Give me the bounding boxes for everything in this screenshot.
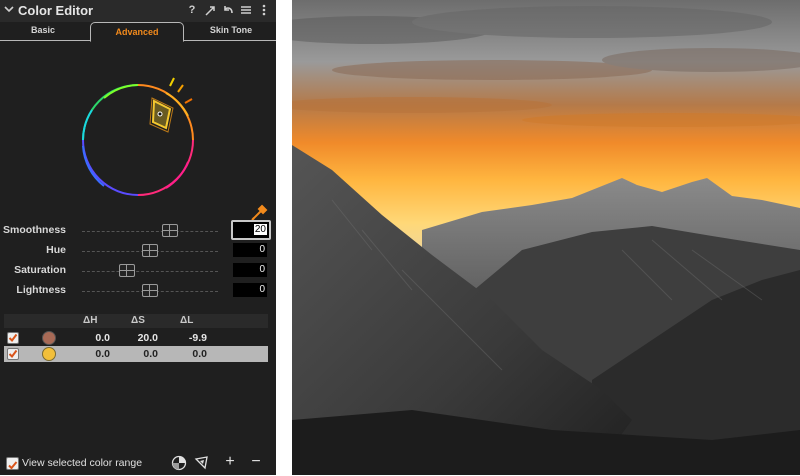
- table-row[interactable]: 0.0 20.0 -9.9: [4, 330, 268, 346]
- slider-thumb[interactable]: [142, 244, 158, 257]
- checkmark-icon: [8, 333, 18, 343]
- slider-value-text: 0: [259, 244, 265, 255]
- add-range-button[interactable]: +: [222, 454, 238, 471]
- color-swatch[interactable]: [42, 331, 56, 345]
- cell-dl: 0.0: [192, 348, 207, 360]
- create-mask-icon[interactable]: [194, 455, 210, 471]
- title-icons: ?: [186, 3, 270, 17]
- preview-image: [292, 0, 800, 475]
- slider-value-field[interactable]: 0: [233, 243, 267, 257]
- color-swatch[interactable]: [42, 347, 56, 361]
- panel-title: Color Editor: [18, 3, 94, 18]
- slider-thumb[interactable]: [118, 264, 135, 277]
- cell-ds: 0.0: [143, 348, 158, 360]
- color-editor-panel: Color Editor ? Basic Advanced Skin Tone: [0, 0, 276, 475]
- slider-thumb[interactable]: [142, 284, 158, 297]
- cell-dh: 0.0: [95, 332, 110, 344]
- more-icon[interactable]: [258, 3, 270, 17]
- slider-value-text: 20: [253, 224, 267, 235]
- tab-basic[interactable]: Basic: [8, 25, 78, 35]
- slider-row-saturation: Saturation 0: [0, 262, 276, 280]
- view-range-checkbox[interactable]: [6, 457, 19, 470]
- slider-value-field[interactable]: 20: [231, 220, 271, 240]
- menu-icon[interactable]: [240, 3, 252, 17]
- tab-skin-tone[interactable]: Skin Tone: [196, 25, 266, 35]
- slider-track[interactable]: [82, 271, 218, 272]
- checkmark-icon: [8, 349, 18, 359]
- slider-label: Lightness: [16, 284, 66, 296]
- color-range-viewer-icon[interactable]: [171, 455, 187, 471]
- tab-advanced[interactable]: Advanced: [90, 22, 184, 42]
- reset-icon[interactable]: [222, 3, 234, 17]
- table-row[interactable]: 0.0 0.0 0.0: [4, 346, 268, 362]
- slider-value-field[interactable]: 0: [233, 283, 267, 297]
- slider-row-lightness: Lightness 0: [0, 282, 276, 300]
- slider-row-smoothness: Smoothness 20: [0, 220, 276, 240]
- checkmark-icon: [8, 461, 18, 470]
- cell-ds: 20.0: [137, 332, 158, 344]
- tab-bar: Basic Advanced Skin Tone: [0, 22, 276, 42]
- row-enable-checkbox[interactable]: [7, 348, 19, 360]
- header-delta-lightness: ΔL: [180, 315, 194, 326]
- cell-dl: -9.9: [188, 332, 207, 344]
- row-enable-checkbox[interactable]: [7, 332, 19, 344]
- slider-row-hue: Hue 0: [0, 242, 276, 260]
- slider-label: Saturation: [14, 264, 66, 276]
- collapse-chevron-icon[interactable]: [4, 4, 14, 14]
- expand-icon[interactable]: [204, 3, 216, 17]
- panel-titlebar: Color Editor ?: [0, 0, 276, 22]
- remove-range-button[interactable]: −: [248, 454, 264, 471]
- slider-track[interactable]: [82, 231, 218, 232]
- header-delta-hue: ΔH: [83, 315, 98, 326]
- cell-dh: 0.0: [95, 348, 110, 360]
- help-icon[interactable]: ?: [186, 3, 198, 17]
- bottom-bar: View selected color range + −: [0, 452, 276, 474]
- header-delta-saturation: ΔS: [131, 315, 145, 326]
- slider-thumb[interactable]: [162, 224, 179, 237]
- slider-value-text: 0: [259, 284, 265, 295]
- table-header: ΔH ΔS ΔL: [4, 314, 268, 328]
- slider-label: Smoothness: [2, 224, 66, 236]
- slider-value-field[interactable]: 0: [233, 263, 267, 277]
- view-range-label: View selected color range: [22, 457, 143, 469]
- slider-label: Hue: [46, 244, 66, 256]
- color-wheel[interactable]: [74, 76, 202, 204]
- slider-value-text: 0: [259, 264, 265, 275]
